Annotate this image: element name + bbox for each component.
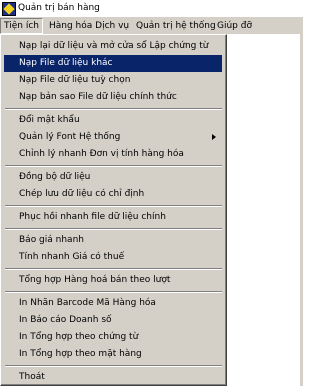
menu-item-doi-mat-khau[interactable]: Đổi mật khẩu (4, 112, 222, 129)
menu-item-nap-ban-sao[interactable]: Nạp bản sao File dữ liệu chính thức (4, 89, 222, 106)
menu-item-thoat[interactable]: Thoát (4, 369, 222, 386)
menu-separator (5, 268, 222, 270)
menu-item-tong-hop-hang-hoa[interactable]: Tổng hợp Hàng hoá bán theo lượt (4, 272, 222, 289)
menu-item-in-tong-hop-chung-tu[interactable]: In Tổng hợp theo chứng từ (4, 329, 222, 346)
tien-ich-dropdown-menu: Nạp lại dữ liệu và mở cửa sổ Lập chứng t… (0, 34, 227, 386)
menu-separator (5, 291, 222, 293)
title-bar: Quản trị bán hàng (0, 0, 303, 18)
menu-giup-do[interactable]: Giúp đỡ (214, 18, 255, 34)
menu-hang-hoa-dich-vu[interactable]: Hàng hóa Dịch vụ (46, 18, 132, 34)
menu-item-tinh-nhanh-gia-co-thue[interactable]: Tính nhanh Giá có thuế (4, 249, 222, 266)
menu-item-chinh-ly-don-vi-tinh[interactable]: Chỉnh lý nhanh Đơn vị tính hàng hóa (4, 146, 222, 163)
menu-item-bao-gia-nhanh[interactable]: Báo giá nhanh (4, 232, 222, 249)
window-title: Quản trị bán hàng (18, 3, 100, 13)
menu-item-phuc-hoi-nhanh[interactable]: Phục hồi nhanh file dữ liệu chính (4, 209, 222, 226)
menu-item-nap-file-du-lieu-khac[interactable]: Nạp File dữ liệu khác (4, 55, 222, 72)
submenu-arrow-icon (212, 134, 216, 140)
menu-item-in-tong-hop-mat-hang[interactable]: In Tổng hợp theo mặt hàng (4, 346, 222, 363)
menu-separator (5, 165, 222, 167)
menu-item-in-nhan-barcode[interactable]: In Nhãn Barcode Mã Hàng hóa (4, 295, 222, 312)
app-icon (2, 2, 16, 16)
menu-item-nap-lai-du-lieu[interactable]: Nạp lại dữ liệu và mở cửa sổ Lập chứng t… (4, 38, 222, 55)
menu-item-quan-ly-font-label: Quản lý Font Hệ thống (19, 132, 121, 142)
menu-tien-ich[interactable]: Tiện ích (0, 18, 43, 34)
menu-separator (5, 228, 222, 230)
menu-item-dong-bo-du-lieu[interactable]: Đồng bộ dữ liệu (4, 169, 222, 186)
menu-separator (5, 205, 222, 207)
menu-item-chep-luu-du-lieu[interactable]: Chép lưu dữ liệu có chỉ định (4, 186, 222, 203)
menu-separator (5, 365, 222, 367)
menu-item-quan-ly-font[interactable]: Quản lý Font Hệ thống (4, 129, 222, 146)
window-edge (300, 17, 303, 386)
menu-separator (5, 108, 222, 110)
menu-bar: Tiện ích Hàng hóa Dịch vụ Quản trị hệ th… (0, 18, 303, 34)
menu-item-in-bao-cao-doanh-so[interactable]: In Báo cáo Doanh số (4, 312, 222, 329)
menu-quan-tri-he-thong[interactable]: Quản trị hệ thống (133, 18, 219, 34)
menu-item-nap-file-tuy-chon[interactable]: Nạp File dữ liệu tuỳ chọn (4, 72, 222, 89)
